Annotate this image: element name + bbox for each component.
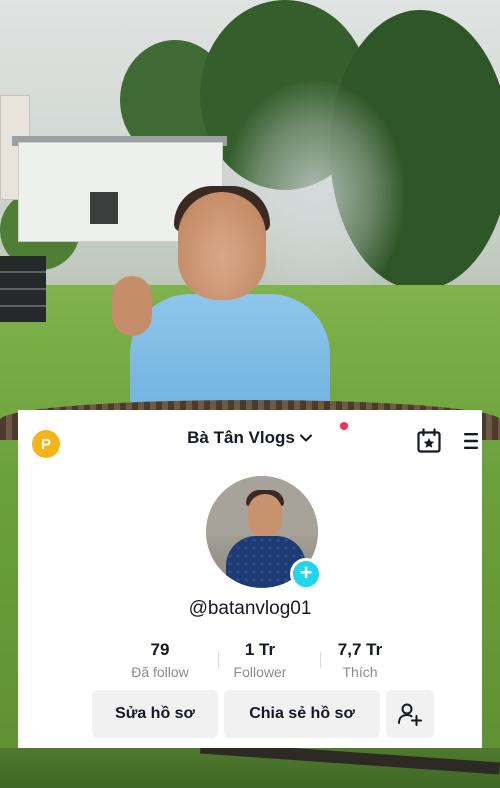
person (100, 186, 340, 424)
stat-value: 79 (150, 640, 170, 659)
stat-label: Follower (233, 664, 287, 680)
profile-handle: @batanvlog01 (188, 598, 312, 619)
edit-profile-button[interactable]: Sửa hồ sơ (92, 690, 218, 738)
person-hand (112, 276, 152, 336)
chevron-down-icon (299, 434, 312, 442)
menu-icon[interactable] (464, 432, 478, 450)
notification-dot (340, 422, 348, 430)
calendar-star-icon[interactable] (416, 428, 442, 454)
share-profile-button[interactable]: Chia sẻ hồ sơ (224, 690, 380, 738)
stat-followers[interactable]: 1 Tr Follower (210, 640, 310, 680)
username: Bà Tân Vlogs (187, 428, 295, 447)
add-story-button[interactable]: + (290, 558, 322, 590)
profile-stats: 79 Đã follow 1 Tr Follower 7,7 Tr Thích (110, 640, 410, 680)
avatar-face (248, 494, 282, 536)
stat-following[interactable]: 79 Đã follow (110, 640, 210, 680)
profile-card: P Bà Tân Vlogs + @batanvlog01 79 Đã foll… (18, 410, 482, 748)
stat-value: 7,7 Tr (337, 640, 383, 659)
stat-label: Thích (342, 664, 378, 680)
person-head (178, 192, 266, 300)
profile-title[interactable]: Bà Tân Vlogs (18, 428, 482, 448)
add-friend-button[interactable] (386, 690, 434, 738)
add-friend-icon (398, 703, 422, 726)
stat-value: 1 Tr (244, 640, 276, 659)
stat-label: Đã follow (131, 664, 189, 680)
stat-likes[interactable]: 7,7 Tr Thích (310, 640, 410, 680)
tile-stack (0, 256, 46, 322)
